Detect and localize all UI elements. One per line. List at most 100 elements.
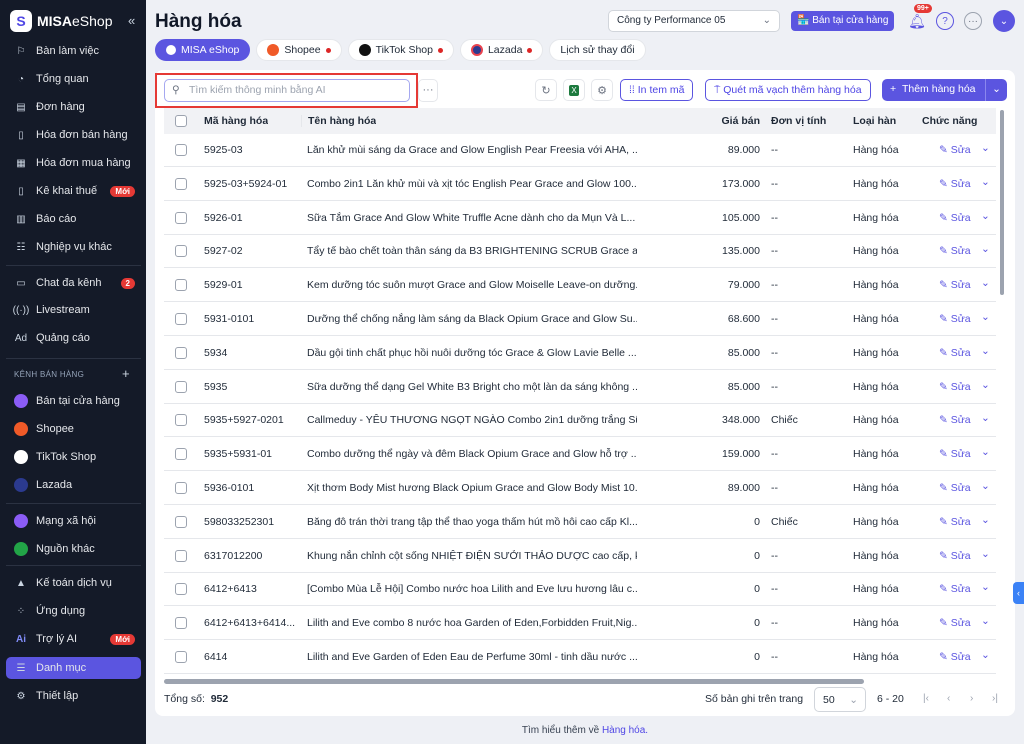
bell-icon[interactable]: 🔔︎	[908, 12, 926, 30]
edit-button[interactable]: ✎ Sửa	[939, 347, 971, 359]
row-checkbox[interactable]	[175, 651, 187, 663]
row-checkbox[interactable]	[175, 279, 187, 292]
excel-export-icon[interactable]: X	[563, 79, 585, 101]
column-name[interactable]: Tên hàng hóa	[301, 115, 376, 127]
account-menu-icon[interactable]: ⌄	[993, 10, 1015, 32]
learn-more-link[interactable]: Hàng hóa.	[602, 725, 648, 736]
edit-button[interactable]: ✎ Sửa	[939, 482, 971, 494]
row-checkbox[interactable]	[175, 211, 187, 224]
sidebar-item[interactable]: Bán tại cửa hàng	[6, 390, 141, 412]
first-page-icon[interactable]: |‹	[923, 693, 929, 704]
table-row[interactable]: 5935+5931-01 Combo dưỡng thể ngày và đêm …	[164, 437, 996, 472]
chevron-down-icon[interactable]: ⌄	[981, 243, 990, 255]
table-row[interactable]: 5935+5927-0201 Callmeduy - YÊU THƯƠNG NGỌ…	[164, 403, 996, 438]
chevron-down-icon[interactable]: ⌄	[981, 480, 990, 492]
per-page-select[interactable]: 50 ⌄	[814, 687, 866, 712]
chevron-down-icon[interactable]: ⌄	[981, 649, 990, 661]
row-checkbox[interactable]	[175, 617, 187, 630]
table-row[interactable]: 5931-0101 Dưỡng thể chống nắng làm sáng d…	[164, 302, 996, 336]
edit-button[interactable]: ✎ Sửa	[939, 651, 971, 663]
edit-button[interactable]: ✎ Sửa	[939, 245, 971, 257]
edit-button[interactable]: ✎ Sửa	[939, 550, 971, 562]
chevron-down-icon[interactable]: ⌄	[981, 210, 990, 222]
prev-page-icon[interactable]: ‹	[947, 693, 950, 704]
row-checkbox[interactable]	[175, 380, 187, 393]
sidebar-item[interactable]: ☰ Danh mục	[6, 657, 141, 679]
chevron-down-icon[interactable]: ⌄	[981, 379, 990, 391]
sidebar-item[interactable]: Ai Trợ lý AI Mới	[6, 628, 141, 650]
row-checkbox[interactable]	[175, 177, 187, 190]
table-row[interactable]: 6412+6413 [Combo Mùa Lễ Hội] Combo nước h…	[164, 572, 996, 607]
chevron-down-icon[interactable]: ⌄	[981, 311, 990, 323]
sidebar-item[interactable]: ◔ Tổng quan	[6, 68, 141, 90]
chevron-down-icon[interactable]: ⌄	[981, 581, 990, 593]
table-row[interactable]: 6412+6413+6414... Lilith and Eve combo 8 …	[164, 606, 996, 641]
expand-panel-icon[interactable]: ‹	[1013, 582, 1024, 604]
chevron-down-icon[interactable]: ⌄	[981, 446, 990, 458]
table-row[interactable]: 598033252301 Băng đô trán thời trang tập …	[164, 505, 996, 539]
row-checkbox[interactable]	[175, 515, 187, 528]
sidebar-item[interactable]: Nguồn khác	[6, 538, 141, 560]
help-icon[interactable]: ?	[936, 12, 954, 30]
vertical-scrollbar[interactable]	[1000, 110, 1004, 295]
last-page-icon[interactable]: ›|	[992, 693, 998, 704]
sidebar-item[interactable]: ((·)) Livestream	[6, 299, 141, 321]
tab-misa-eshop[interactable]: MISA eShop	[155, 39, 251, 61]
edit-button[interactable]: ✎ Sửa	[939, 178, 971, 190]
sidebar-item[interactable]: ☷ Nghiệp vụ khác	[6, 236, 141, 258]
ai-search-input[interactable]: ⚲ Tìm kiếm thông minh bằng AI	[164, 79, 410, 102]
row-checkbox[interactable]	[175, 414, 187, 427]
sidebar-item[interactable]: ▭ Chat đa kênh 2	[6, 272, 141, 294]
edit-button[interactable]: ✎ Sửa	[939, 516, 971, 528]
row-checkbox[interactable]	[175, 144, 187, 156]
more-filters-button[interactable]: ···	[418, 79, 438, 102]
column-type[interactable]: Loại hàn	[853, 115, 896, 127]
scan-barcode-button[interactable]: ⍑ Quét mã vạch thêm hàng hóa	[705, 79, 871, 101]
chevron-down-icon[interactable]: ⌄	[981, 142, 990, 154]
edit-button[interactable]: ✎ Sửa	[939, 212, 971, 224]
select-all-checkbox[interactable]	[175, 115, 187, 127]
edit-button[interactable]: ✎ Sửa	[939, 448, 971, 460]
row-checkbox[interactable]	[175, 482, 187, 494]
tab-tiktok-shop[interactable]: TikTok Shop	[347, 39, 454, 61]
sidebar-item[interactable]: ▯ Kê khai thuế Mới	[6, 180, 141, 202]
print-barcode-button[interactable]: ⁞⁞ In tem mã	[620, 79, 694, 101]
tab-shopee[interactable]: Shopee	[256, 39, 342, 61]
tab-lazada[interactable]: Lazada	[459, 39, 544, 61]
edit-button[interactable]: ✎ Sửa	[939, 617, 971, 629]
horizontal-scrollbar[interactable]	[164, 679, 864, 684]
sidebar-item[interactable]: ▯ Hóa đơn bán hàng	[6, 124, 141, 146]
sidebar-item[interactable]: ⁘ Ứng dụng	[6, 600, 141, 622]
edit-button[interactable]: ✎ Sửa	[939, 313, 971, 325]
row-checkbox[interactable]	[175, 245, 187, 258]
sidebar-item[interactable]: Ad Quảng cáo	[6, 327, 141, 349]
row-checkbox[interactable]	[175, 549, 187, 562]
sidebar-item[interactable]: Lazada	[6, 474, 141, 496]
table-row[interactable]: 5935 Sữa dưỡng thể dạng Gel White B3 Brig…	[164, 370, 996, 404]
add-product-button[interactable]: + Thêm hàng hóa ⌄	[882, 79, 1007, 101]
chevron-down-icon[interactable]: ⌄	[981, 277, 990, 289]
sell-in-store-button[interactable]: 🏪 Bán tại cửa hàng	[791, 11, 895, 31]
sidebar-item[interactable]: ▤ Đơn hàng	[6, 96, 141, 118]
row-checkbox[interactable]	[175, 346, 187, 359]
table-row[interactable]: 5925-03 Lăn khử mùi sáng da Grace and Glo…	[164, 133, 996, 167]
table-row[interactable]: 6414 Lilith and Eve Garden of Eden Eau de…	[164, 640, 996, 674]
settings-icon[interactable]: ⚙	[591, 79, 613, 101]
table-row[interactable]: 6317012200 Khung nắn chỉnh cột sống NHIỆT…	[164, 539, 996, 573]
table-row[interactable]: 5927-02 Tẩy tế bào chết toàn thân sáng da…	[164, 234, 996, 269]
more-options-icon[interactable]: ···	[964, 12, 982, 30]
edit-button[interactable]: ✎ Sửa	[939, 381, 971, 393]
refresh-icon[interactable]: ↻	[535, 79, 557, 101]
chevron-down-icon[interactable]: ⌄	[981, 412, 990, 424]
chevron-down-icon[interactable]: ⌄	[981, 548, 990, 560]
edit-button[interactable]: ✎ Sửa	[939, 279, 971, 291]
table-row[interactable]: 5936-0101 Xịt thơm Body Mist hương Black …	[164, 471, 996, 505]
edit-button[interactable]: ✎ Sửa	[939, 144, 971, 156]
sidebar-item[interactable]: ⚐ Bàn làm việc	[6, 40, 141, 62]
table-row[interactable]: 5926-01 Sữa Tắm Grace And Glow White Truf…	[164, 201, 996, 235]
add-channel-icon[interactable]: +	[122, 366, 130, 381]
next-page-icon[interactable]: ›	[970, 693, 973, 704]
company-select[interactable]: Công ty Performance 05 ⌄	[608, 10, 780, 32]
edit-button[interactable]: ✎ Sửa	[939, 583, 971, 595]
chevron-down-icon[interactable]: ⌄	[981, 176, 990, 188]
